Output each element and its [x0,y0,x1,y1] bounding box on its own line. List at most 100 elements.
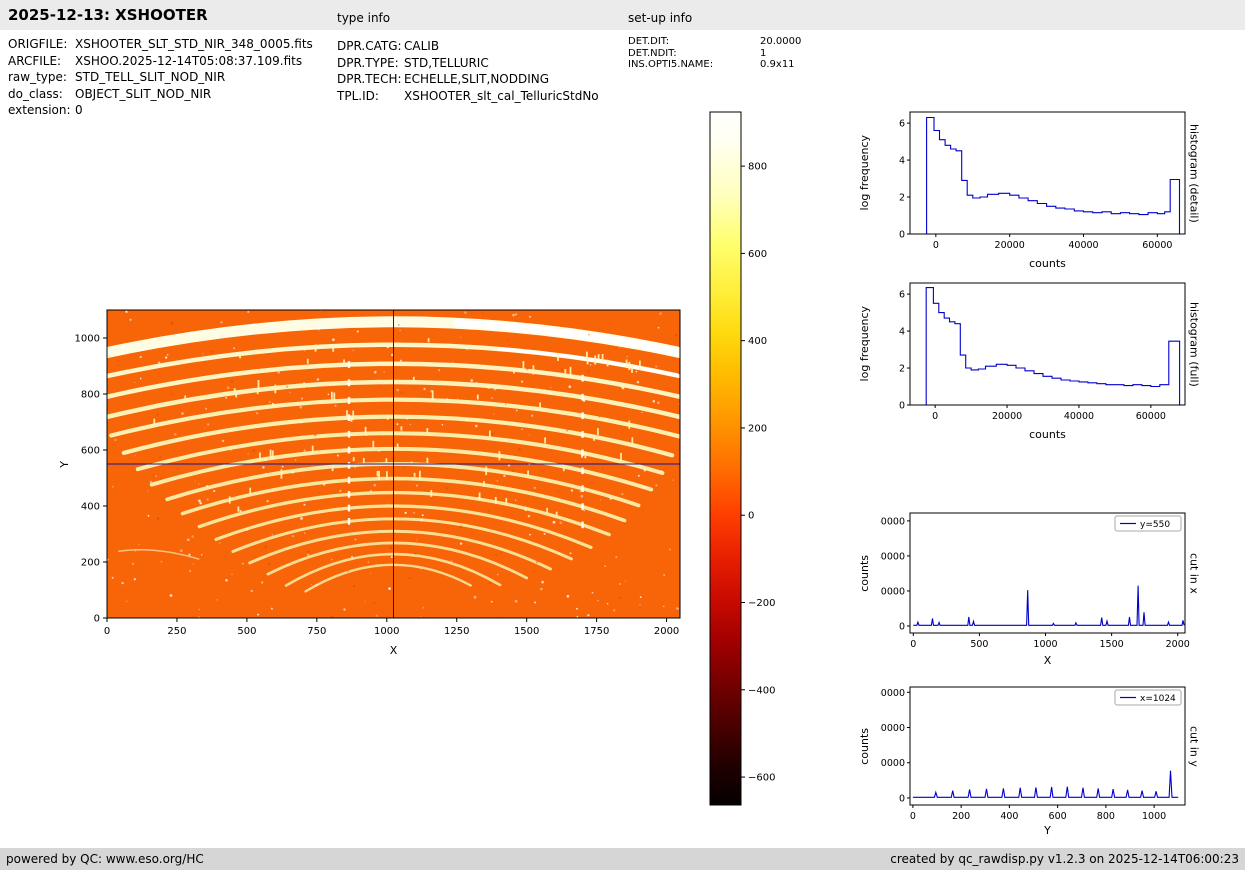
svg-text:0: 0 [899,621,905,632]
svg-text:60000: 60000 [880,516,905,527]
field-label: do_class: [8,86,63,101]
svg-text:60000: 60000 [1136,411,1166,422]
type-info-row: TPL.ID: XSHOOTER_slt_cal_TelluricStdNo [337,88,599,105]
svg-text:1250: 1250 [444,626,469,637]
svg-text:0: 0 [899,793,905,804]
setup-info-row: DET.DIT: 20.0000 [628,36,801,48]
svg-text:20000: 20000 [880,586,905,597]
field-label: DPR.TYPE: [337,55,399,70]
svg-text:20000: 20000 [992,411,1022,422]
type-info-row: DPR.TYPE: STD,TELLURIC [337,55,599,72]
histogram-full-title: histogram (full) [1186,283,1202,405]
svg-text:2000: 2000 [654,626,679,637]
histogram-detail-x-label: counts [1029,257,1066,270]
svg-text:60000: 60000 [1142,240,1172,251]
image-area [107,310,680,618]
svg-text:600: 600 [748,249,767,260]
cut-in-y-x-label: Y [1044,824,1051,837]
footer-credit-right: created by qc_rawdisp.py v1.2.3 on 2025-… [890,852,1239,866]
histogram-detail-y-label: log frequency [856,112,872,234]
svg-text:0: 0 [933,240,939,251]
svg-text:y=550: y=550 [1140,520,1170,530]
svg-text:400: 400 [1000,811,1018,822]
main-x-axis-label: X [389,644,398,657]
x-axis-ticks: 0 20000 40000 60000 [932,405,1166,422]
colorbar: 800 600 400 200 0 −200 −400 −600 [709,111,775,806]
svg-text:40000: 40000 [1064,411,1094,422]
type-info-row: DPR.CATG: CALIB [337,38,599,55]
svg-text:40000: 40000 [1068,240,1098,251]
histogram-full-x-label: counts [1029,428,1066,441]
histogram-detail-title: histogram (detail) [1186,112,1202,234]
field-label: DET.NDIT: [628,47,677,59]
svg-text:20000: 20000 [995,240,1025,251]
svg-text:800: 800 [81,390,100,401]
setup-info-row: DET.NDIT: 1 [628,48,801,60]
field-label: ORIGFILE: [8,37,68,51]
type-info-block: DPR.CATG: CALIB DPR.TYPE: STD,TELLURIC DPR… [337,38,599,104]
x-axis-ticks: 0 250 500 750 1000 1250 1500 1750 2000 [104,618,679,637]
legend: y=550 [1114,515,1182,532]
plot-side-title: histogram (full) [1187,301,1201,387]
svg-text:2: 2 [899,364,905,375]
x-axis-ticks: 0 20000 40000 60000 [933,234,1172,251]
histogram-full-plot: 0 20000 40000 60000 0 2 4 6 [899,282,1186,422]
svg-text:500: 500 [970,639,988,650]
setup-info-heading: set-up info [628,11,693,25]
cut-in-x-x-label: X [1043,654,1052,667]
x-axis-ticks: 0 500 1000 1500 2000 [910,633,1190,650]
svg-text:0: 0 [899,230,905,241]
axis-label-text: Y [57,460,71,468]
axis-label-text: log frequency [857,135,871,211]
svg-text:4: 4 [899,156,905,167]
svg-text:600: 600 [1049,811,1067,822]
main-y-axis-label: Y [56,310,72,618]
plot-background [910,112,1185,234]
legend: x=1024 [1114,689,1182,706]
svg-text:500: 500 [237,626,256,637]
histogram-full-y-label: log frequency [856,283,872,405]
y-axis-ticks: 0 20000 40000 60000 [880,516,910,632]
svg-text:2: 2 [899,193,905,204]
axis-label-text: log frequency [857,306,871,382]
plot-background [910,283,1185,405]
svg-text:800: 800 [1097,811,1115,822]
colorbar-gradient [709,111,742,806]
type-info-row: DPR.TECH: ECHELLE,SLIT,NODDING [337,71,599,88]
field-label: ARCFILE: [8,53,62,68]
svg-text:0: 0 [748,511,754,522]
svg-text:1500: 1500 [1100,639,1124,650]
field-value: 1 [760,47,767,59]
axis-label-text: counts [857,554,871,592]
svg-text:1500: 1500 [514,626,539,637]
axis-label-text: counts [857,727,871,765]
file-info-row: ORIGFILE: XSHOOTER_SLT_STD_NIR_348_0005.f… [8,36,313,53]
svg-text:200: 200 [748,423,767,434]
field-value: OBJECT_SLIT_NOD_NIR [75,86,212,101]
svg-text:−200: −200 [748,598,775,609]
plot-side-title: histogram (detail) [1187,123,1201,223]
setup-info-block: DET.DIT: 20.0000 DET.NDIT: 1 INS.OPTI5.NAM… [628,36,801,71]
file-info-row: do_class: OBJECT_SLIT_NOD_NIR [8,86,313,103]
svg-text:2000: 2000 [1166,639,1190,650]
setup-info-row: INS.OPTI5.NAME: 0.9x11 [628,59,801,71]
svg-text:250: 250 [167,626,186,637]
svg-text:4: 4 [899,327,905,338]
field-value: 0.9x11 [760,59,795,70]
y-axis-ticks: 0 200 400 600 800 1000 [75,334,107,625]
field-value: XSHOOTER_SLT_STD_NIR_348_0005.fits [75,37,313,51]
svg-text:40000: 40000 [880,551,905,562]
cut-in-x-y-label: counts [856,513,872,633]
svg-text:40000: 40000 [880,723,905,734]
svg-text:400: 400 [748,336,767,347]
field-label: INS.OPTI5.NAME: [628,59,714,70]
svg-text:200: 200 [81,558,100,569]
cut-in-x-title: cut in x [1186,513,1202,633]
field-label: DET.DIT: [628,36,670,47]
field-value: STD_TELL_SLIT_NOD_NIR [75,70,226,84]
svg-text:1000: 1000 [1142,811,1166,822]
svg-text:6: 6 [899,290,905,301]
svg-text:0: 0 [910,811,916,822]
raw-frame-plot: 0 250 500 750 1000 1250 1500 1750 2000 0 200 400 600… [75,309,681,637]
svg-text:0: 0 [94,614,100,625]
